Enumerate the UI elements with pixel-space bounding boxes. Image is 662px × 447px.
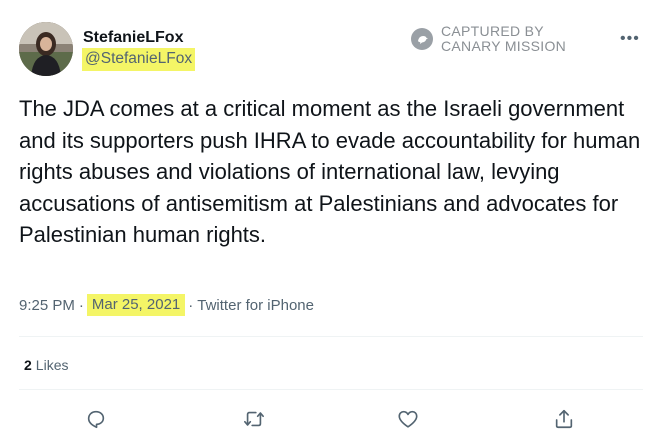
capture-line-2: CANARY MISSION [441, 38, 567, 54]
capture-watermark-text: CAPTURED BY CANARY MISSION [441, 24, 566, 54]
tweet-meta: 9:25 PM · Mar 25, 2021 · Twitter for iPh… [19, 294, 314, 316]
meta-separator: · [188, 296, 194, 314]
author-handle[interactable]: @StefanieLFox [82, 48, 196, 71]
meta-separator: · [78, 296, 84, 314]
share-icon[interactable] [552, 407, 576, 431]
reply-icon[interactable] [84, 407, 108, 431]
likes-count: 2 [24, 357, 32, 373]
more-options-icon[interactable]: ••• [620, 30, 640, 48]
tweet-time[interactable]: 9:25 PM [19, 297, 75, 314]
tweet-card: StefanieLFox @StefanieLFox CAPTURED BY C… [0, 0, 662, 447]
likes-stat[interactable]: 2 Likes [24, 357, 68, 373]
like-icon[interactable] [396, 407, 420, 431]
tweet-source[interactable]: Twitter for iPhone [197, 297, 314, 314]
author-name[interactable]: StefanieLFox [83, 29, 183, 47]
action-bar [0, 407, 662, 431]
tweet-text: The JDA comes at a critical moment as th… [19, 96, 641, 247]
retweet-icon[interactable] [242, 407, 266, 431]
likes-label: Likes [35, 357, 69, 373]
avatar[interactable] [19, 22, 73, 76]
capture-line-1: CAPTURED BY [441, 23, 544, 39]
avatar-photo [19, 22, 73, 76]
canary-logo-icon [411, 28, 433, 50]
divider-top [19, 336, 643, 337]
tweet-date[interactable]: Mar 25, 2021 [86, 294, 186, 316]
divider-bottom [19, 389, 643, 390]
capture-watermark: CAPTURED BY CANARY MISSION [411, 24, 566, 54]
